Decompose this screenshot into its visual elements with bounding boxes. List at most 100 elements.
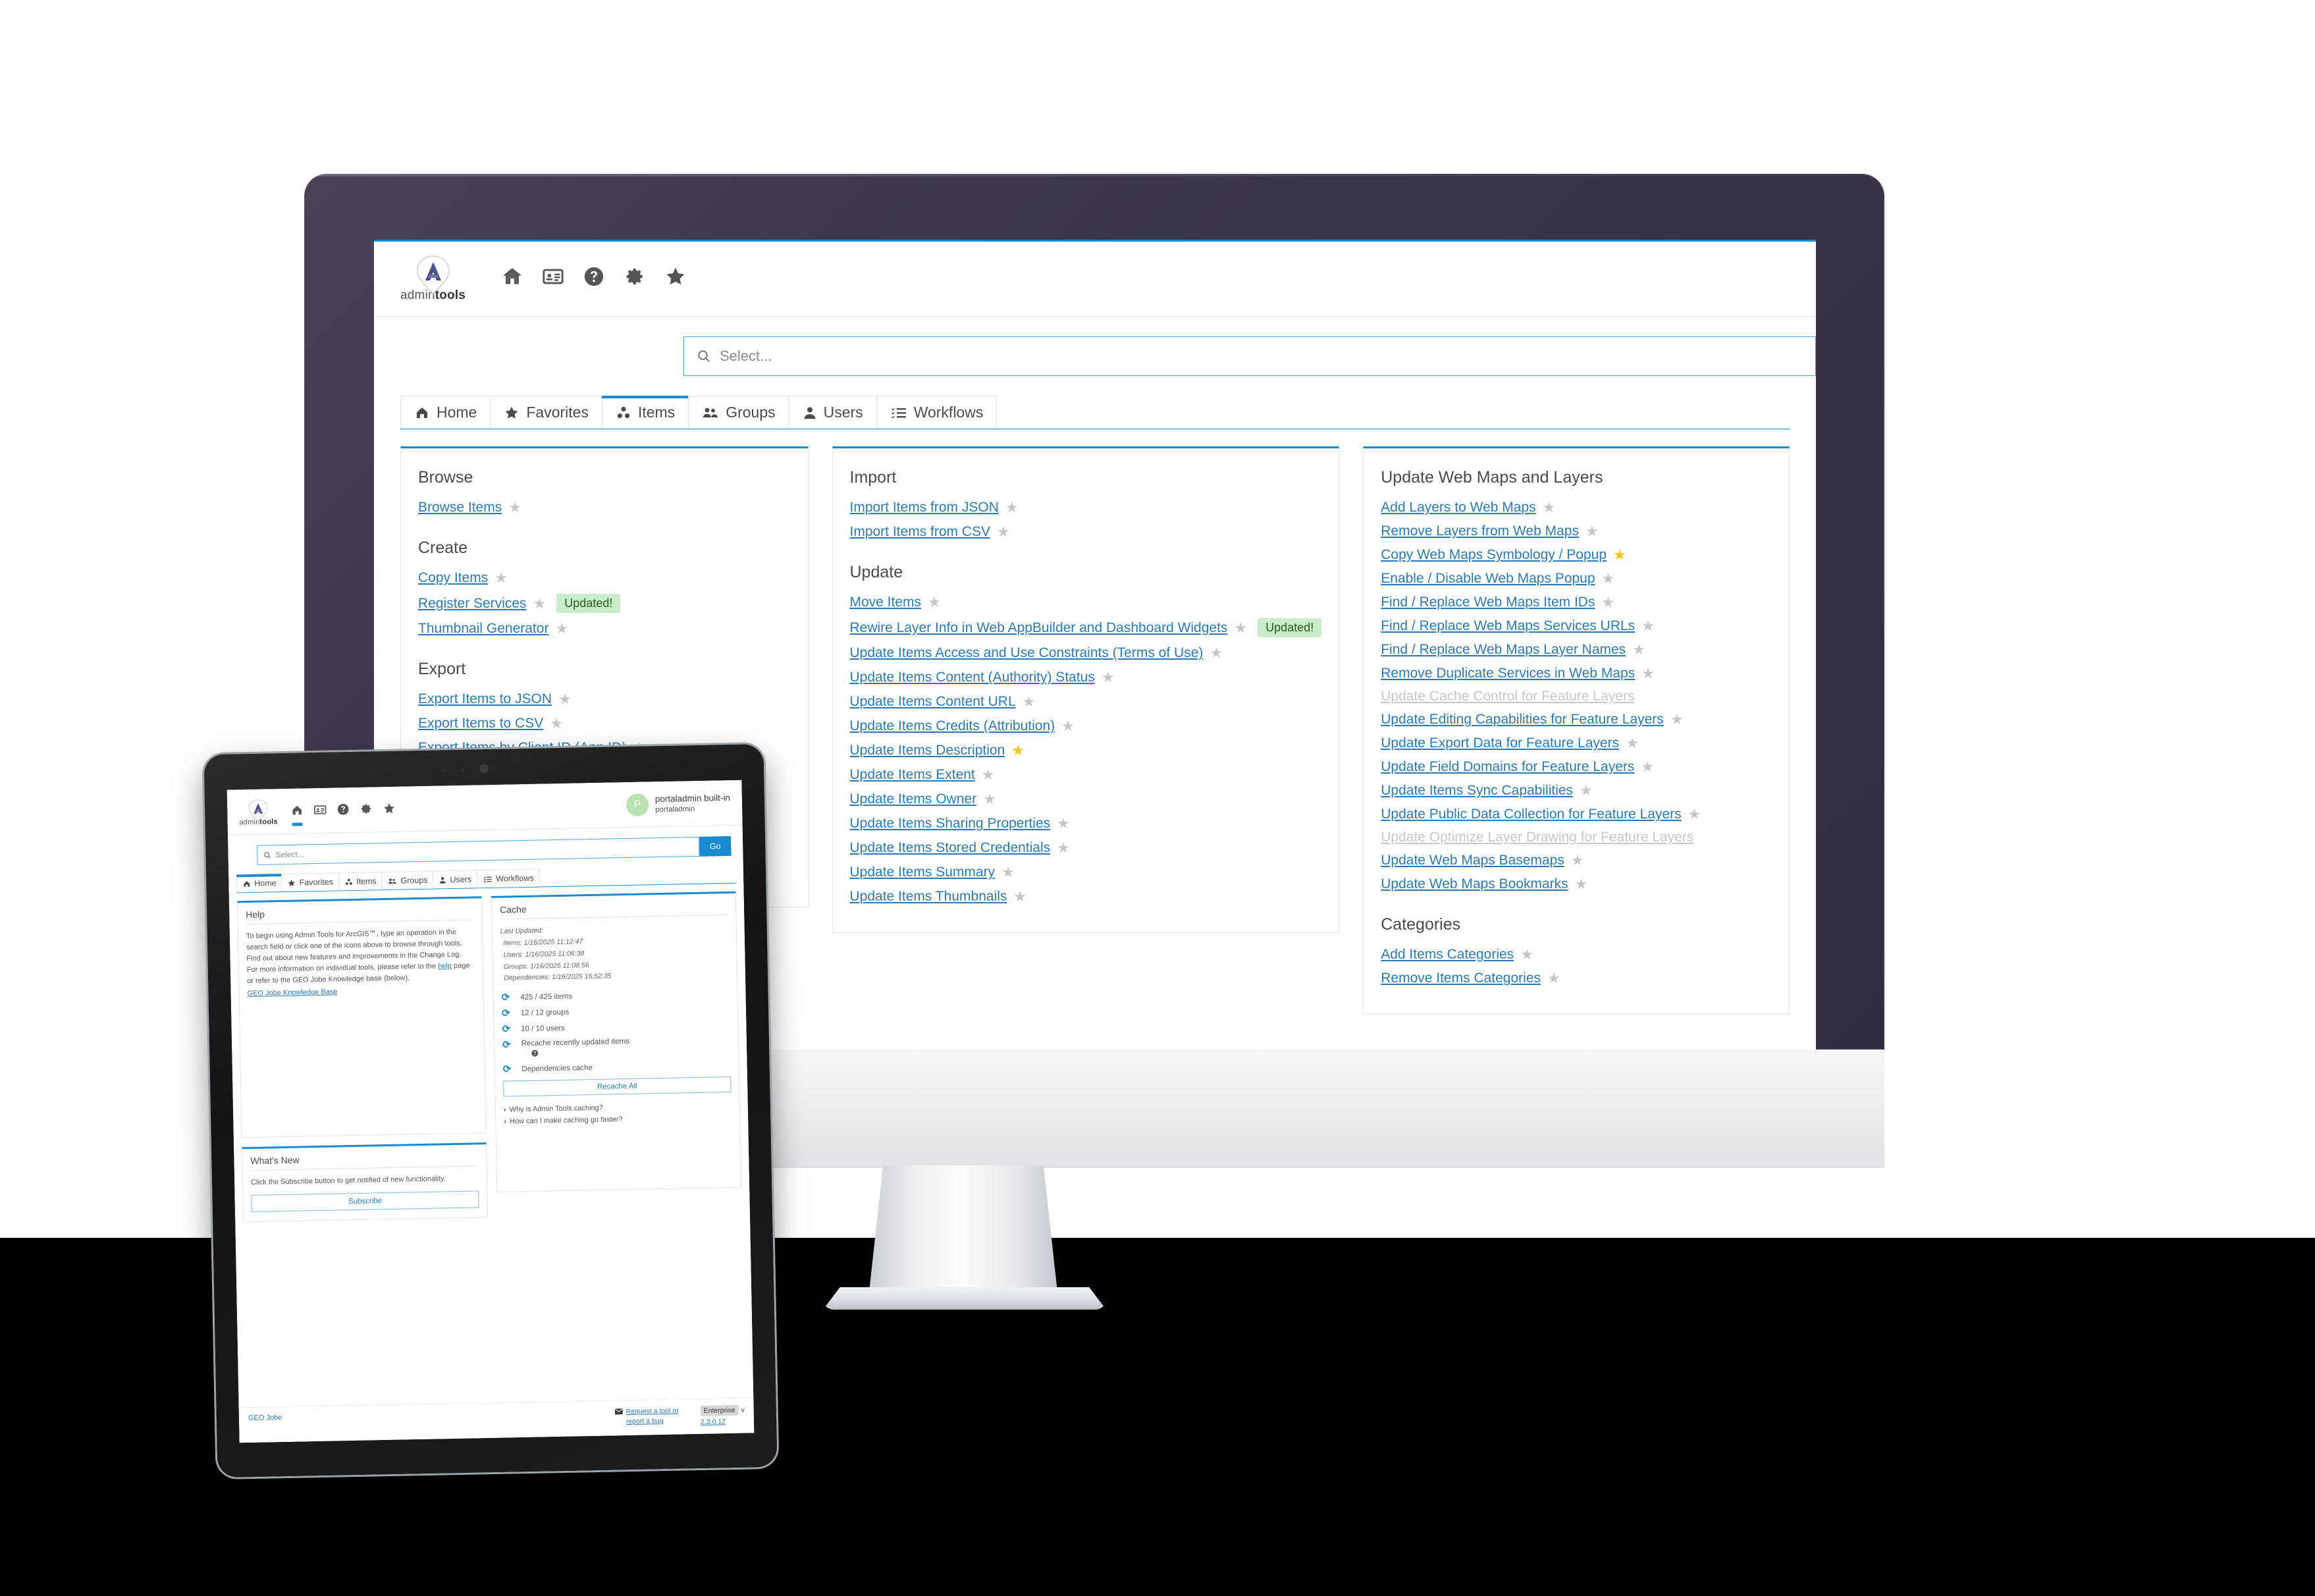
tab-items[interactable]: Items (338, 872, 383, 891)
refresh-icon[interactable]: ⟳ (502, 1024, 510, 1035)
version-link[interactable]: 2.3.0.12 (701, 1418, 726, 1426)
favorite-star-icon[interactable]: ★ (1575, 876, 1588, 893)
home-icon[interactable] (290, 803, 304, 816)
tab-items[interactable]: Items (601, 396, 689, 429)
favorite-star-icon[interactable]: ★ (550, 715, 563, 732)
help-tooltip-icon[interactable] (531, 1048, 629, 1057)
tool-link[interactable]: Update Items Stored Credentials (850, 840, 1051, 856)
tab-favorites[interactable]: Favorites (490, 396, 602, 429)
favorite-star-icon[interactable]: ★ (1102, 669, 1115, 686)
favorite-star-icon[interactable]: ★ (558, 691, 572, 708)
refresh-icon[interactable]: ⟳ (502, 1040, 511, 1051)
favorite-star-icon[interactable]: ★ (1057, 815, 1070, 832)
tool-link[interactable]: Register Services (418, 596, 527, 612)
request-tool-block[interactable]: Request a tool or report a bug (614, 1406, 695, 1428)
tool-link[interactable]: Thumbnail Generator (418, 621, 548, 637)
tab-home[interactable]: Home (400, 396, 491, 429)
knowledge-base-link[interactable]: GEO Jobe Knowledge Base (247, 988, 337, 998)
favorite-star-icon[interactable]: ★ (1626, 735, 1639, 752)
favorite-star-icon[interactable]: ★ (1601, 594, 1614, 611)
favorite-star-icon[interactable]: ★ (1641, 665, 1655, 682)
tab-favorites[interactable]: Favorites (281, 872, 340, 892)
tool-link[interactable]: Rewire Layer Info in Web AppBuilder and … (850, 620, 1228, 636)
favorite-star-icon[interactable]: ★ (494, 570, 508, 587)
favorite-star-icon[interactable]: ★ (1670, 711, 1684, 728)
help-inline-link[interactable]: help (438, 962, 452, 970)
tab-groups[interactable]: Groups (381, 870, 434, 890)
search-input[interactable]: Select... (257, 836, 700, 865)
favorite-star-icon[interactable]: ★ (1234, 620, 1247, 637)
favorite-star-icon[interactable]: ★ (1001, 864, 1015, 881)
tab-users[interactable]: Users (788, 396, 877, 429)
star-icon[interactable] (383, 802, 396, 815)
id-card-icon[interactable] (313, 803, 327, 816)
tool-link[interactable]: Update Items Thumbnails (850, 889, 1007, 905)
tool-link[interactable]: Add Items Categories (1381, 947, 1514, 963)
help-icon[interactable] (336, 803, 350, 816)
favorite-star-icon[interactable]: ★ (1520, 946, 1533, 963)
favorite-star-icon[interactable]: ★ (1602, 570, 1615, 587)
tab-home[interactable]: Home (236, 874, 282, 893)
favorite-star-icon[interactable]: ★ (1005, 499, 1019, 516)
tool-link[interactable]: Update Public Data Collection for Featur… (1381, 807, 1681, 822)
favorite-star-icon[interactable]: ★ (1641, 618, 1655, 635)
refresh-icon[interactable]: ⟳ (503, 1064, 512, 1075)
home-icon[interactable] (501, 265, 523, 288)
go-button[interactable]: Go (699, 836, 732, 857)
tool-link[interactable]: Browse Items (418, 500, 502, 516)
favorite-star-icon[interactable]: ★ (1632, 641, 1645, 658)
tool-link[interactable]: Import Items from CSV (850, 524, 991, 540)
tool-link[interactable]: Copy Web Maps Symbology / Popup (1381, 547, 1607, 563)
tab-workflows[interactable]: Workflows (476, 868, 540, 888)
favorite-star-icon[interactable]: ★ (1023, 693, 1036, 710)
tool-link[interactable]: Remove Duplicate Services in Web Maps (1381, 666, 1635, 681)
tool-link[interactable]: Update Items Owner (850, 791, 977, 807)
tool-link[interactable]: Find / Replace Web Maps Layer Names (1381, 642, 1626, 658)
user-account[interactable]: P portaladmin built-in portaladmin (625, 792, 731, 816)
search-input[interactable]: Select... (683, 336, 1816, 376)
favorite-star-icon[interactable]: ★ (983, 791, 996, 808)
request-tool-link[interactable]: Request a tool or report a bug (626, 1406, 695, 1427)
refresh-icon[interactable]: ⟳ (502, 992, 510, 1003)
tool-link[interactable]: Export Items to JSON (418, 691, 552, 707)
tool-link[interactable]: Update Items Content (Authority) Status (850, 670, 1095, 685)
tool-link[interactable]: Update Items Credits (Attribution) (850, 718, 1055, 734)
tool-link[interactable]: Update Items Extent (850, 767, 975, 783)
favorite-star-icon[interactable]: ★ (1061, 718, 1075, 735)
tool-link[interactable]: Update Items Sharing Properties (850, 816, 1051, 832)
favorite-star-icon[interactable]: ★ (1057, 839, 1070, 857)
tool-link[interactable]: Export Items to CSV (418, 716, 543, 732)
tab-workflows[interactable]: Workflows (876, 396, 998, 429)
tool-link[interactable]: Update Items Summary (850, 864, 996, 880)
favorite-star-icon[interactable]: ★ (555, 620, 568, 637)
tab-users[interactable]: Users (433, 870, 478, 889)
tool-link[interactable]: Add Layers to Web Maps (1381, 500, 1535, 516)
gear-icon[interactable] (624, 265, 646, 288)
tool-link[interactable]: Import Items from JSON (850, 500, 999, 516)
star-icon[interactable] (664, 265, 687, 288)
tool-link[interactable]: Update Items Description (850, 743, 1005, 758)
favorite-star-icon[interactable]: ★ (1585, 523, 1599, 540)
subscribe-button[interactable]: Subscribe (251, 1190, 479, 1213)
tool-link[interactable]: Update Editing Capabilities for Feature … (1381, 712, 1664, 728)
favorite-star-icon[interactable]: ★ (1580, 782, 1593, 799)
refresh-icon[interactable]: ⟳ (502, 1008, 510, 1019)
tool-link[interactable]: Enable / Disable Web Maps Popup (1381, 571, 1595, 587)
tool-link[interactable]: Move Items (850, 595, 922, 610)
tool-link[interactable]: Copy Items (418, 570, 488, 586)
favorite-star-icon[interactable]: ★ (982, 766, 995, 784)
faq-item[interactable]: › How can I make caching go faster? (504, 1113, 732, 1125)
tool-link[interactable]: Update Export Data for Feature Layers (1381, 735, 1619, 751)
favorite-star-icon[interactable]: ★ (1011, 742, 1024, 759)
tool-link[interactable]: Find / Replace Web Maps Item IDs (1381, 595, 1595, 610)
tool-link[interactable]: Find / Replace Web Maps Services URLs (1381, 618, 1635, 634)
gear-icon[interactable] (359, 802, 373, 815)
favorite-star-icon[interactable]: ★ (928, 594, 941, 611)
tool-link[interactable]: Remove Items Categories (1381, 971, 1541, 986)
favorite-star-icon[interactable]: ★ (997, 523, 1010, 541)
tool-link[interactable]: Update Items Access and Use Constraints … (850, 645, 1204, 661)
favorite-star-icon[interactable]: ★ (1641, 758, 1654, 776)
help-icon[interactable] (583, 265, 605, 288)
favorite-star-icon[interactable]: ★ (508, 499, 521, 516)
favorite-star-icon[interactable]: ★ (1543, 499, 1556, 516)
